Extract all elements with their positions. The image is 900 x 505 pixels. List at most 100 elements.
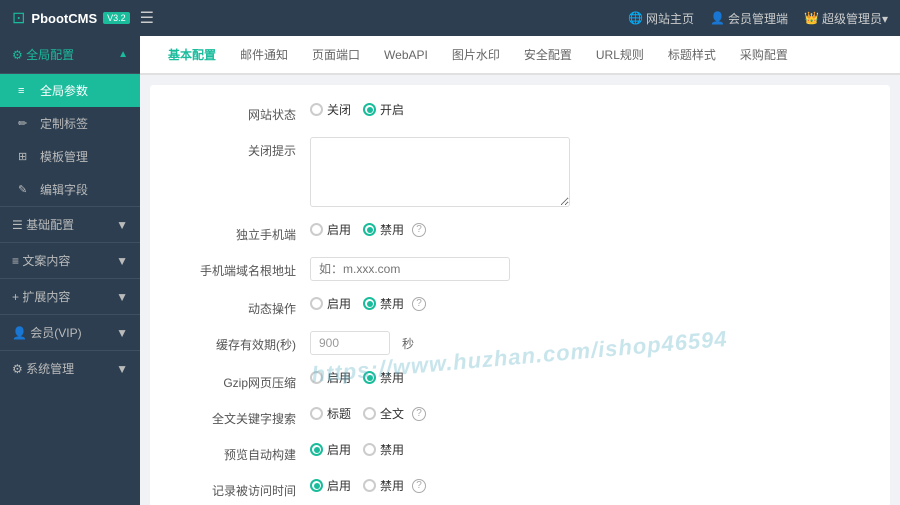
input-cache[interactable] [310,331,390,355]
radio-mobile-enable[interactable]: 启用 [310,221,351,238]
main-wrapper: https://www.huzhan.com/ishop46594 基本配置 邮… [140,36,900,505]
radio-circle-title [310,407,323,420]
radio-group-mobile: 启用 禁用 [310,221,404,238]
form-row-cache: 缓存有效期(秒) 秒 [170,331,870,355]
control-gzip: 启用 禁用 [310,369,870,386]
radio-fulltext-label: 全文 [380,405,404,422]
radio-close-label: 关闭 [327,101,351,118]
sidebar: ⚙ 全局配置 ▲ ≡ 全局参数 ✏ 定制标签 ⊞ 模板管理 ✎ 编辑字段 ☰ 基… [0,36,140,505]
radio-mobile-enable-label: 启用 [327,221,351,238]
radio-mobile-disable-label: 禁用 [380,221,404,238]
mobile-info-icon[interactable]: ? [412,223,426,237]
radio-circle-fulltext [363,407,376,420]
tab-page[interactable]: 页面端口 [300,36,372,75]
radio-circle-mobile-disable [363,223,376,236]
main-content: https://www.huzhan.com/ishop46594 基本配置 邮… [140,36,900,505]
label-mobile-domain: 手机端域名根地址 [170,257,310,279]
radio-circle-dynamic-enable [310,297,323,310]
sidebar-header-extend[interactable]: + 扩展内容 ▼ [0,278,140,314]
label-mobile-adapt: 独立手机端 [170,221,310,243]
sidebar-item-template[interactable]: ⊞ 模板管理 [0,140,140,173]
nav-admin-link[interactable]: 👑 超级管理员▾ [804,10,888,27]
tags-icon: ✏ [18,117,32,130]
radio-search-title[interactable]: 标题 [310,405,351,422]
hamburger-icon[interactable]: ☰ [140,8,154,28]
radio-search-fulltext[interactable]: 全文 [363,405,404,422]
label-notice: 关闭提示 [170,137,310,159]
radio-build-enable-label: 启用 [327,441,351,458]
tab-email[interactable]: 邮件通知 [228,36,300,75]
sidebar-header-system[interactable]: ⚙ 系统管理 ▼ [0,350,140,386]
control-dynamic: 启用 禁用 ? [310,295,870,312]
cache-unit: 秒 [402,335,414,352]
radio-group-site-status: 关闭 开启 [310,101,404,118]
sidebar-system-label: ⚙ 系统管理 [12,360,74,377]
dynamic-info-icon[interactable]: ? [412,297,426,311]
sidebar-arrow-global: ▲ [118,49,128,60]
label-site-status: 网站状态 [170,101,310,123]
radio-gzip-disable[interactable]: 禁用 [363,369,404,386]
sidebar-basic-label: ☰ 基础配置 [12,216,74,233]
radio-visit-disable[interactable]: 禁用 [363,477,404,494]
tab-url[interactable]: URL规则 [584,36,656,75]
version-badge: V3.2 [103,12,130,24]
radio-visit-enable[interactable]: 启用 [310,477,351,494]
form-row-gzip: Gzip网页压缩 启用 禁用 [170,369,870,391]
sidebar-extend-label: + 扩展内容 [12,288,70,305]
radio-build-disable[interactable]: 禁用 [363,441,404,458]
sidebar-content-label: ≡ 文案内容 [12,252,70,269]
control-search: 标题 全文 ? [310,405,870,422]
control-site-status: 关闭 开启 [310,101,870,118]
radio-mobile-disable[interactable]: 禁用 [363,221,404,238]
textarea-notice[interactable] [310,137,570,207]
nav-site-link[interactable]: 🌐 网站主页 [628,10,694,27]
sidebar-header-global[interactable]: ⚙ 全局配置 ▲ [0,36,140,74]
radio-dynamic-disable[interactable]: 禁用 [363,295,404,312]
nav-member-link[interactable]: 👤 会员管理端 [710,10,788,27]
form-row-mobile-domain: 手机端域名根地址 [170,257,870,281]
sidebar-header-vip[interactable]: 👤 会员(VIP) ▼ [0,314,140,350]
tab-security[interactable]: 安全配置 [512,36,584,75]
radio-circle-gzip-enable [310,371,323,384]
radio-circle-visit-disable [363,479,376,492]
form-panel: 网站状态 关闭 开启 [150,85,890,505]
form-row-dynamic: 动态操作 启用 禁用 ? [170,295,870,317]
label-gzip: Gzip网页压缩 [170,369,310,391]
tab-webapi[interactable]: WebAPI [372,38,440,74]
label-auto-build: 预览自动构建 [170,441,310,463]
sidebar-item-tags[interactable]: ✏ 定制标签 [0,107,140,140]
radio-close[interactable]: 关闭 [310,101,351,118]
radio-group-dynamic: 启用 禁用 [310,295,404,312]
sidebar-item-params[interactable]: ≡ 全局参数 [0,74,140,107]
sidebar-header-content[interactable]: ≡ 文案内容 ▼ [0,242,140,278]
tab-watermark[interactable]: 图片水印 [440,36,512,75]
control-mobile-adapt: 启用 禁用 ? [310,221,870,238]
topbar-left: ⊡ PbootCMS V3.2 ☰ [12,8,154,28]
tab-basic[interactable]: 基本配置 [156,36,228,75]
sidebar-item-fields[interactable]: ✎ 编辑字段 [0,173,140,206]
topbar: ⊡ PbootCMS V3.2 ☰ 🌐 网站主页 👤 会员管理端 👑 超级管理员… [0,0,900,36]
radio-title-label: 标题 [327,405,351,422]
sidebar-header-label: ⚙ 全局配置 [12,46,74,63]
tab-purchase[interactable]: 采购配置 [728,36,800,75]
visit-info-icon[interactable]: ? [412,479,426,493]
sidebar-content-arrow: ▼ [116,254,128,268]
template-icon: ⊞ [18,150,32,163]
radio-gzip-enable[interactable]: 启用 [310,369,351,386]
input-mobile-domain[interactable] [310,257,510,281]
radio-build-disable-label: 禁用 [380,441,404,458]
radio-open-label: 开启 [380,101,404,118]
radio-open[interactable]: 开启 [363,101,404,118]
sidebar-section-global: ⚙ 全局配置 ▲ ≡ 全局参数 ✏ 定制标签 ⊞ 模板管理 ✎ 编辑字段 [0,36,140,206]
label-search: 全文关键字搜索 [170,405,310,427]
fields-icon: ✎ [18,183,32,196]
form-row-auto-build: 预览自动构建 启用 禁用 [170,441,870,463]
sidebar-header-basic[interactable]: ☰ 基础配置 ▼ [0,206,140,242]
label-visit: 记录被访问时间 [170,477,310,499]
tab-title[interactable]: 标题样式 [656,36,728,75]
radio-build-enable[interactable]: 启用 [310,441,351,458]
radio-dynamic-enable[interactable]: 启用 [310,295,351,312]
label-dynamic: 动态操作 [170,295,310,317]
search-info-icon[interactable]: ? [412,407,426,421]
logo-text: PbootCMS [31,11,97,26]
